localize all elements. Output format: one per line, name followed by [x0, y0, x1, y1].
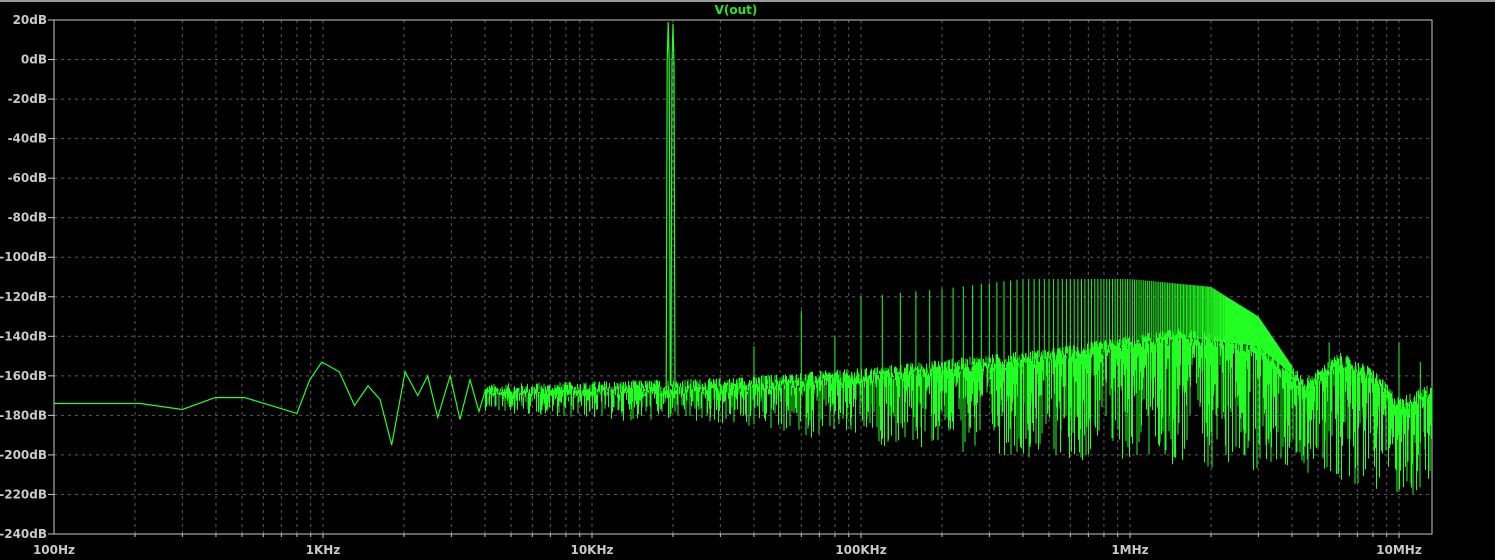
grid: [48, 19, 1432, 538]
fft-plot: 20dB 0dB -20dB -40dB -60dB -80dB -100dB -120dB -…: [0, 3, 1433, 557]
y-tick-label: -220dB: [0, 487, 47, 501]
y-tick-label: -120dB: [0, 290, 47, 304]
y-tick-label: -60dB: [8, 171, 47, 185]
y-tick-label: -240dB: [0, 527, 47, 541]
plot-frame: [53, 19, 1433, 535]
y-tick-label: -140dB: [0, 329, 47, 343]
y-tick-label: -180dB: [0, 408, 47, 422]
y-tick-label: 20dB: [13, 13, 47, 27]
y-axis-ticks: 20dB 0dB -20dB -40dB -60dB -80dB -100dB -120dB -…: [0, 13, 47, 541]
y-tick-label: -40dB: [8, 132, 47, 146]
trace-noise-floor: [484, 328, 1433, 494]
plot-border: [53, 19, 1433, 535]
trace-low-frequency: [54, 361, 486, 446]
trace-label-vout[interactable]: V(out): [715, 3, 758, 17]
y-tick-label: 0dB: [21, 53, 47, 67]
x-tick-label: 10KHz: [570, 543, 613, 557]
fundamental-peak: [665, 21, 671, 386]
y-tick-label: -160dB: [0, 369, 47, 383]
y-tick-label: -20dB: [8, 92, 47, 106]
x-tick-label: 100Hz: [33, 543, 75, 557]
x-tick-label: 10MHz: [1376, 543, 1422, 557]
y-tick-label: -200dB: [0, 448, 47, 462]
x-tick-label: 100KHz: [835, 543, 886, 557]
y-tick-label: -100dB: [0, 250, 47, 264]
x-tick-label: 1MHz: [1111, 543, 1148, 557]
trace-group: [54, 21, 1433, 494]
y-tick-label: -80dB: [8, 211, 47, 225]
x-axis-ticks: 100Hz 1KHz 10KHz 100KHz 1MHz 10MHz: [33, 543, 1422, 557]
x-tick-label: 1KHz: [306, 543, 341, 557]
